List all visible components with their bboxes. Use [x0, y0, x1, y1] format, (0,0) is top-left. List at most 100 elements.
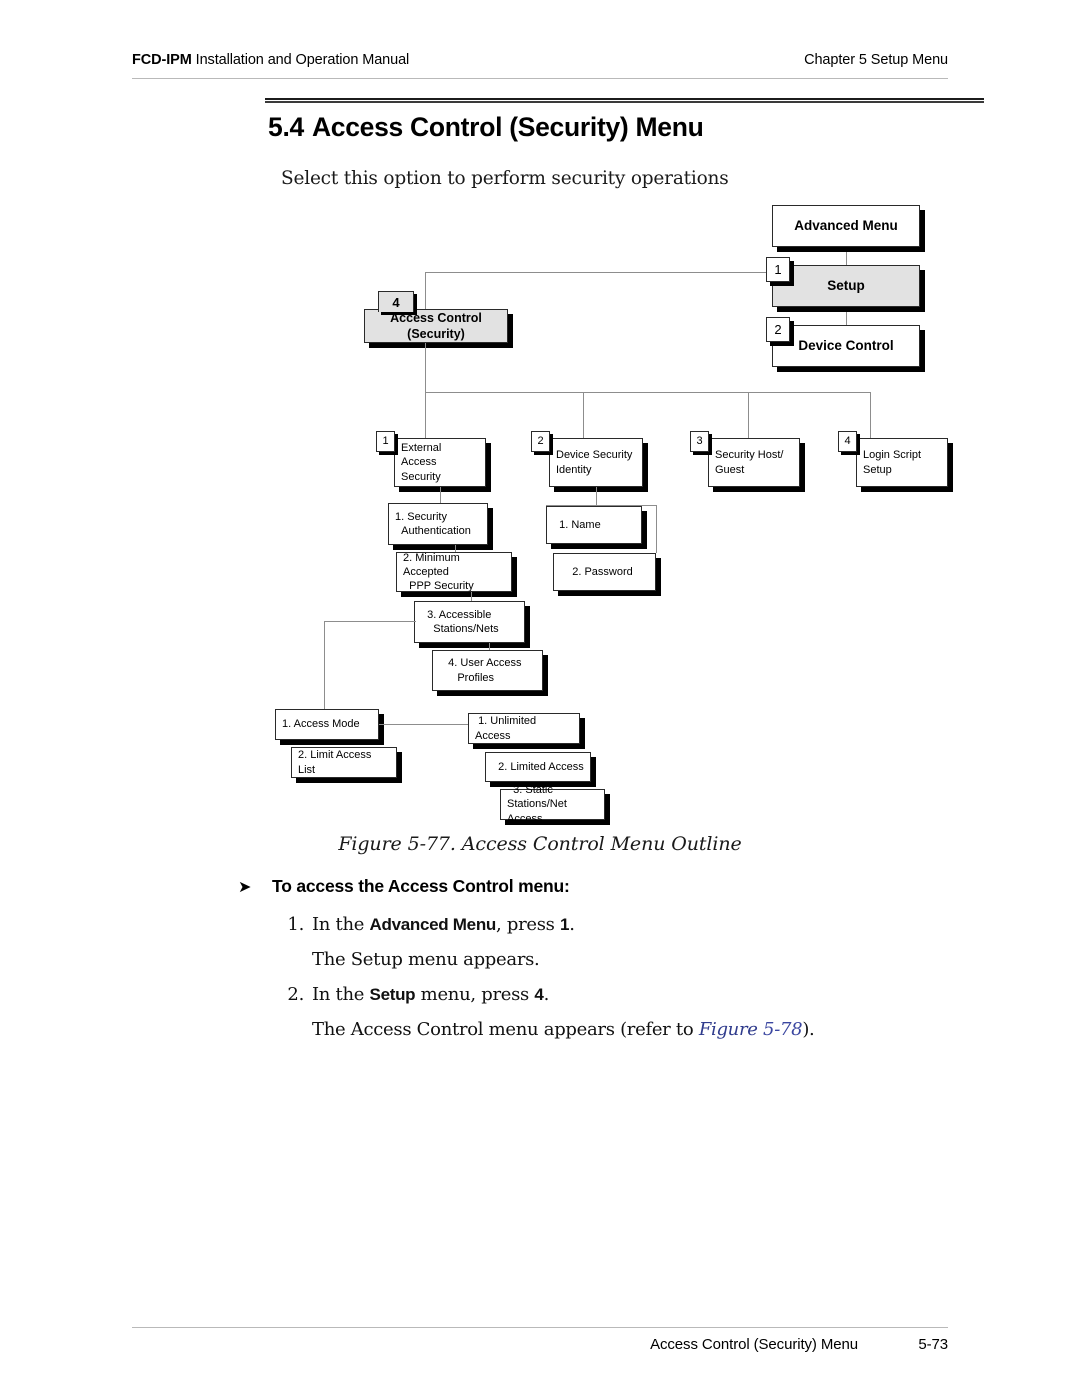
- node-limit-access-list-label: 2. Limit Access List: [298, 749, 372, 776]
- running-head-right: Chapter 5 Setup Menu: [804, 52, 948, 68]
- procedure-heading: To access the Access Control menu:: [272, 876, 570, 896]
- procedure-step-1-result: The Setup menu appears.: [312, 949, 540, 970]
- node-external-access-line2: Security: [401, 470, 441, 483]
- connector-accessible-elbow-h: [324, 621, 416, 622]
- node-setup-label: Setup: [827, 278, 865, 294]
- procedure-step-1-bold: Advanced Menu: [369, 915, 497, 934]
- node-device-security-line1: Device Security: [556, 449, 633, 462]
- node-access-control-line1: Access Control: [390, 311, 482, 325]
- procedure-step-1-post: .: [569, 914, 575, 935]
- node-security-auth-line1: 1. Security: [395, 510, 447, 523]
- connector-children-bus: [425, 392, 870, 393]
- node-security-host-line2: Guest: [715, 463, 745, 476]
- badge-login-script-4: 4: [838, 431, 857, 452]
- node-user-access-line2: Profiles: [457, 671, 495, 684]
- badge-security-host-3: 3: [690, 431, 709, 452]
- node-static-stations-line2: Access: [507, 812, 543, 825]
- connector-setup-to-access-control-v: [425, 272, 426, 312]
- procedure-step-1-number: 1.: [287, 914, 304, 935]
- badge-device-control-2: 2: [766, 317, 790, 342]
- connector-bus-to-child-1: [425, 392, 426, 440]
- node-external-access-line1: External Access: [401, 442, 442, 469]
- node-access-control-security[interactable]: Access Control (Security): [364, 309, 508, 343]
- badge-external-access-1-label: 1: [382, 435, 389, 447]
- page-title: 5.4 Access Control (Security) Menu: [268, 112, 704, 143]
- footer-divider: [132, 1327, 948, 1328]
- node-device-security-line2: Identity: [556, 463, 592, 476]
- node-login-script-line1: Login Script: [863, 449, 922, 462]
- node-accessible-line2: Stations/Nets: [433, 623, 499, 635]
- badge-external-access-1: 1: [376, 431, 395, 452]
- node-user-access-line1: 4. User Access: [448, 657, 522, 670]
- figure-5-78-link-word: Figure: [698, 1019, 758, 1040]
- section-subtitle: Select this option to perform security o…: [281, 168, 729, 189]
- node-min-ppp-line1: 2. Minimum Accepted: [403, 551, 460, 578]
- procedure-final-post: ).: [802, 1019, 815, 1040]
- badge-device-security-2-label: 2: [537, 435, 544, 447]
- connector-access-mode-to-unlimited: [379, 724, 468, 725]
- manual-title-rest: Installation and Operation Manual: [191, 52, 410, 68]
- node-advanced-menu[interactable]: Advanced Menu: [772, 205, 920, 247]
- procedure-step-2-key: 4: [534, 985, 544, 1004]
- badge-security-host-3-label: 3: [696, 435, 703, 447]
- procedure-final-pre: The Access Control menu appears (refer t…: [312, 1019, 699, 1040]
- page-footer: Access Control (Security) Menu 5-73: [132, 1336, 948, 1353]
- node-user-access-profiles[interactable]: 4. User Access Profiles: [432, 650, 543, 691]
- procedure-step-2-post: .: [543, 984, 550, 1005]
- node-access-control-line2: (Security): [407, 327, 465, 341]
- node-min-ppp-line2: PPP Security: [409, 580, 474, 593]
- procedure-step-2-mid: menu, press: [415, 984, 535, 1005]
- node-password-label: 2. Password: [572, 565, 633, 578]
- badge-setup-1-label: 1: [774, 262, 782, 277]
- node-access-mode-label: 1. Access Mode: [282, 718, 360, 731]
- badge-device-control-2-label: 2: [774, 322, 782, 337]
- badge-setup-1: 1: [766, 257, 790, 282]
- section-title-text: Access Control (Security) Menu: [311, 112, 704, 142]
- connector-bus-to-child-3: [748, 392, 749, 442]
- procedure-step-1-pre: In the: [312, 914, 370, 935]
- node-login-script-setup[interactable]: Login Script Setup: [856, 438, 948, 487]
- procedure-step-2-bold: Setup: [369, 985, 416, 1004]
- node-name[interactable]: 1. Name: [546, 506, 642, 544]
- node-limited-access-label: 2. Limited Access: [498, 760, 584, 773]
- node-accessible-line1: 3. Accessible: [427, 608, 492, 621]
- connector-bus-to-child-4: [870, 392, 871, 442]
- node-minimum-accepted-ppp-security[interactable]: 2. Minimum Accepted PPP Security: [396, 552, 512, 592]
- figure-5-78-link[interactable]: Figure 5-78: [699, 1019, 803, 1040]
- connector-accessible-elbow-v: [324, 621, 325, 710]
- node-static-stations-net-access[interactable]: 3. Static Stations/Net Access: [500, 784, 605, 825]
- procedure-step-2-result: The Access Control menu appears (refer t…: [312, 1019, 815, 1040]
- badge-device-security-2: 2: [531, 431, 550, 452]
- node-access-mode[interactable]: 1. Access Mode: [275, 709, 379, 740]
- node-advanced-menu-label: Advanced Menu: [794, 218, 898, 234]
- node-security-auth-line2: Authentication: [401, 525, 471, 537]
- manual-product-name: FCD-IPM: [132, 52, 192, 68]
- badge-login-script-4-label: 4: [844, 435, 851, 447]
- node-accessible-stations-nets[interactable]: 3. Accessible Stations/Nets: [414, 601, 525, 643]
- node-security-host-line1: Security Host/: [715, 449, 784, 462]
- header-divider: [132, 78, 948, 79]
- figure-access-control-menu-outline: Advanced Menu 1 Setup 2 Device Control 4…: [0, 0, 1080, 1397]
- figure-caption: Figure 5-77. Access Control Menu Outline: [338, 833, 742, 855]
- procedure-step-1-key: 1: [560, 915, 570, 934]
- running-head: FCD-IPM Installation and Operation Manua…: [132, 52, 948, 68]
- connector-setup-to-access-control-h: [425, 272, 770, 273]
- node-security-host-guest[interactable]: Security Host/ Guest: [708, 438, 800, 487]
- node-password[interactable]: 2. Password: [553, 553, 656, 591]
- node-device-control-label: Device Control: [798, 338, 894, 354]
- node-unlimited-access[interactable]: 1. Unlimited Access: [468, 713, 580, 744]
- connector-external-to-security-auth: [440, 487, 441, 503]
- badge-access-control-4-label: 4: [392, 294, 400, 310]
- connector-device-security-to-password: [656, 505, 657, 553]
- connector-device-security-stem: [596, 487, 597, 506]
- bullet-arrow-icon: ➤: [238, 879, 252, 896]
- running-head-left: FCD-IPM Installation and Operation Manua…: [132, 52, 409, 68]
- node-external-access-security[interactable]: External Access Security: [394, 438, 486, 487]
- node-limit-access-list[interactable]: 2. Limit Access List: [291, 747, 397, 778]
- node-security-authentication[interactable]: 1. Security Authentication: [388, 503, 488, 545]
- node-device-control[interactable]: Device Control: [772, 325, 920, 367]
- node-login-script-line2: Setup: [863, 463, 892, 476]
- node-setup[interactable]: Setup: [772, 265, 920, 307]
- node-device-security-identity[interactable]: Device Security Identity: [549, 438, 643, 487]
- node-limited-access[interactable]: 2. Limited Access: [485, 752, 591, 782]
